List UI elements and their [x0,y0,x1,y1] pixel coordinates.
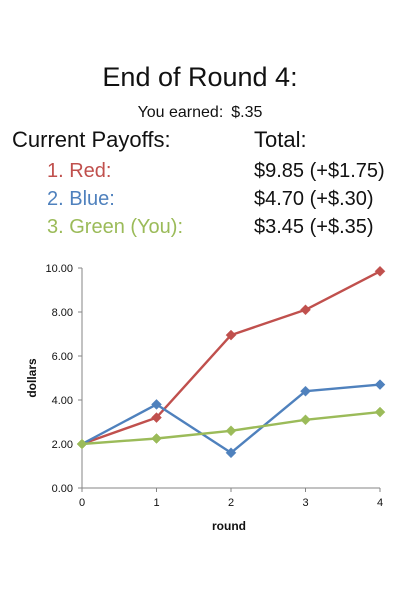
x-tick-label: 1 [153,497,159,509]
payoff-total-red: $9.85 (+$1.75) [254,160,385,182]
y-tick-label: 2.00 [52,439,73,451]
y-tick-label: 10.00 [45,263,73,275]
total-header: Total: [254,127,307,152]
data-point-green [300,414,311,426]
data-point-green [76,438,88,450]
data-point-green [151,433,162,444]
round-title: End of Round 4: [102,62,298,92]
x-tick-label: 3 [302,497,308,509]
payoff-chart: 0.00 2.00 4.00 6.00 8.00 10.00 0 1 2 3 4 round dolla… [25,263,386,533]
y-tick-label: 6.00 [52,351,73,363]
payoff-total-green: $3.45 (+$.35) [254,216,374,238]
x-tick-label: 2 [228,497,234,509]
payoff-label-red: 1. Red: [47,160,112,182]
data-point-blue [374,379,386,390]
y-axis-label: dollars [25,358,39,398]
data-point-green [374,406,386,418]
series-line-red [81,270,381,446]
data-point-red [300,304,311,316]
earned-amount: $.35 [231,104,263,121]
payoffs-header: Current Payoffs: [12,127,171,152]
x-tick-label: 0 [79,497,85,509]
y-tick-label: 0.00 [52,483,73,495]
payoff-total-blue: $4.70 (+$.30) [254,188,374,210]
earned-line: You earned: $.35 [0,103,400,123]
y-tick-label: 4.00 [52,395,73,407]
series-line-blue [81,383,381,455]
payoff-label-blue: 2. Blue: [47,188,115,210]
earned-label: You earned: [137,104,224,121]
x-axis-label: round [212,519,246,533]
data-point-green [225,425,237,437]
payoff-label-green: 3. Green (You): [47,216,184,238]
y-tick-label: 8.00 [52,307,73,319]
data-point-red [374,265,386,277]
x-tick-label: 4 [377,497,383,509]
